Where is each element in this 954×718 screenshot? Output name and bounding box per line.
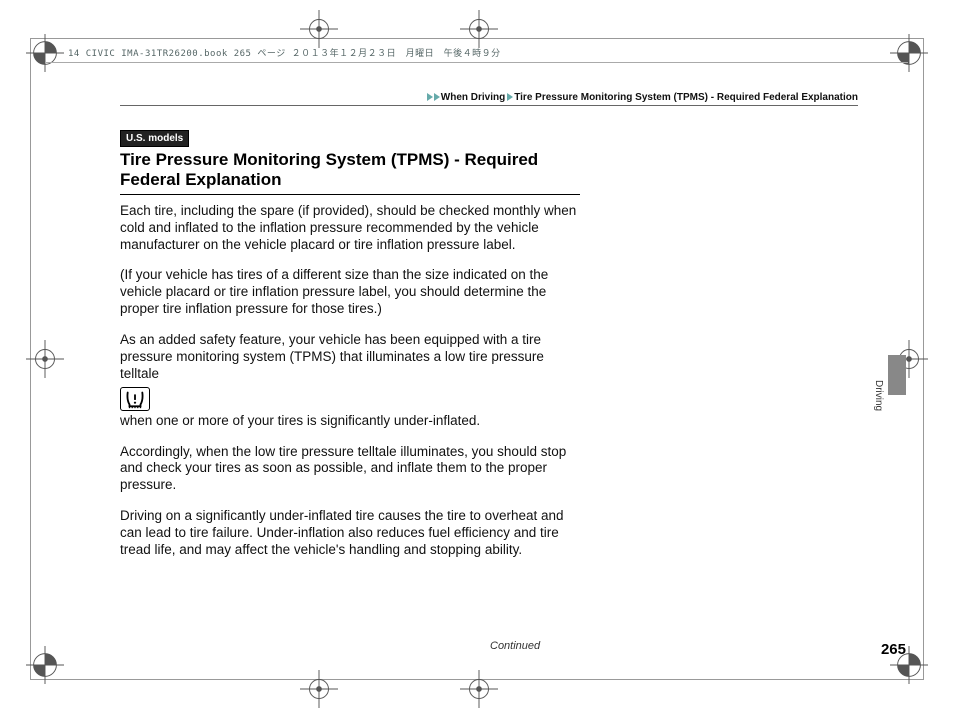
section-title: Tire Pressure Monitoring System (TPMS) -…: [120, 150, 580, 195]
header-rule: [46, 62, 908, 63]
registration-mark-icon: [300, 10, 338, 48]
body-paragraph: (If your vehicle has tires of a differen…: [120, 267, 580, 318]
breadcrumb-rule: [120, 105, 858, 106]
registration-mark-icon: [300, 670, 338, 708]
body-paragraph: Driving on a significantly under-inflate…: [120, 508, 580, 559]
registration-mark-icon: [890, 34, 928, 72]
model-badge: U.S. models: [120, 130, 189, 147]
registration-mark-icon: [26, 646, 64, 684]
breadcrumb: When Driving Tire Pressure Monitoring Sys…: [427, 92, 858, 103]
body-paragraph: Accordingly, when the low tire pressure …: [120, 444, 580, 495]
breadcrumb-part: When Driving: [441, 92, 505, 103]
breadcrumb-part: Tire Pressure Monitoring System (TPMS) -…: [514, 92, 858, 103]
registration-mark-icon: [26, 340, 64, 378]
page-number: 265: [881, 641, 906, 658]
breadcrumb-arrow-icon: [427, 93, 433, 101]
tpms-warning-icon: [120, 387, 150, 411]
section-thumb-tab: [888, 355, 906, 395]
breadcrumb-arrow-icon: [507, 93, 513, 101]
body-paragraph: when one or more of your tires is signif…: [120, 413, 580, 430]
body-paragraph: Each tire, including the spare (if provi…: [120, 203, 580, 254]
registration-mark-icon: [460, 670, 498, 708]
registration-mark-icon: [460, 10, 498, 48]
section-side-label: Driving: [873, 380, 884, 411]
registration-mark-icon: [26, 34, 64, 72]
continued-label: Continued: [490, 640, 540, 652]
main-content: U.S. models Tire Pressure Monitoring Sys…: [120, 128, 580, 573]
body-paragraph: As an added safety feature, your vehicle…: [120, 332, 580, 383]
document-meta-header: 14 CIVIC IMA-31TR26200.book 265 ページ ２０１３…: [68, 46, 501, 59]
breadcrumb-arrow-icon: [434, 93, 440, 101]
